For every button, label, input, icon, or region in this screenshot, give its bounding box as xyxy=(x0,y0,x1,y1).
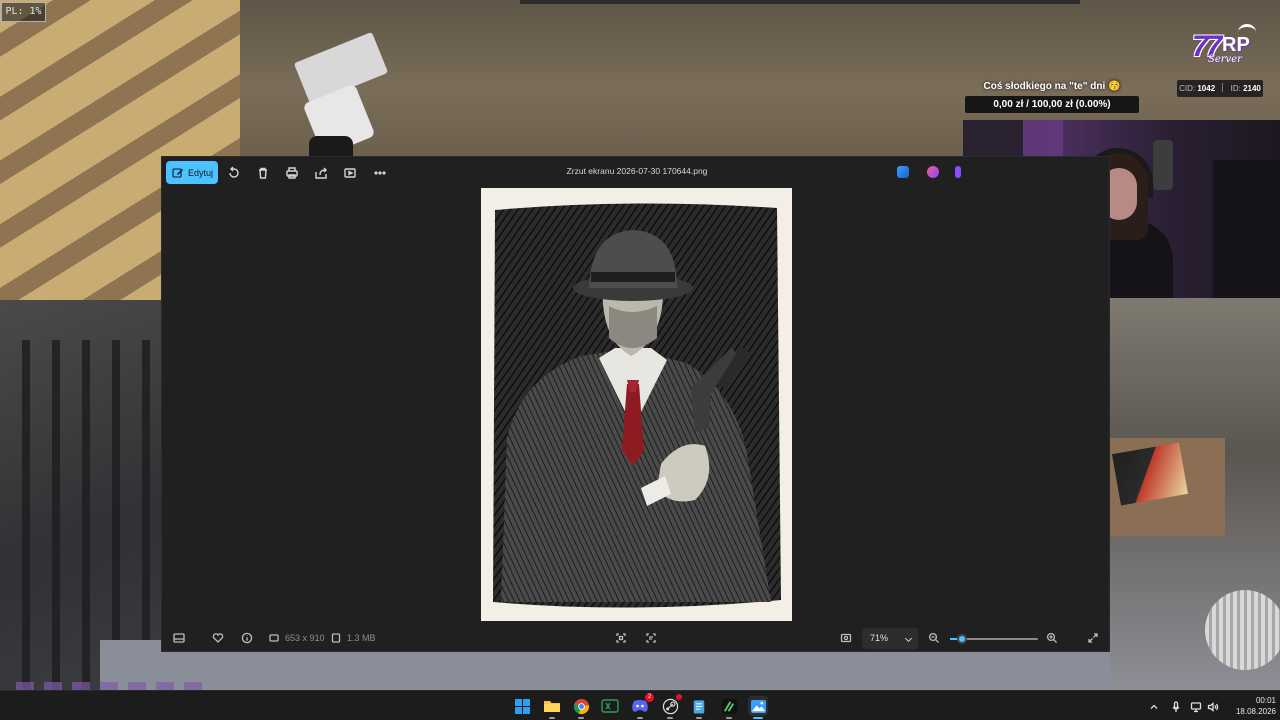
info-icon xyxy=(241,632,253,644)
fit-to-window-button[interactable] xyxy=(839,631,853,645)
palm-icon xyxy=(1238,24,1256,40)
microphone xyxy=(1153,140,1173,190)
slideshow-icon xyxy=(344,167,356,178)
photos-icon xyxy=(750,699,766,713)
tray-overflow-button[interactable] xyxy=(1148,700,1160,712)
discord-button[interactable]: 2 xyxy=(630,693,654,719)
donation-goal-amount: 0,00 zł / 100,00 zł (0.00%) xyxy=(993,99,1111,110)
edit-label: Edytuj xyxy=(188,167,214,178)
id-value: 2140 xyxy=(1243,84,1261,93)
visual-search-button[interactable] xyxy=(644,631,658,645)
filmstrip-button[interactable] xyxy=(172,631,186,645)
file-size: 1.3 MB xyxy=(347,633,376,643)
expand-icon xyxy=(1088,633,1098,643)
taskbar: 2 00:01 18.08.2026 xyxy=(0,690,1280,720)
fullscreen-button[interactable] xyxy=(1086,631,1100,645)
photos-toolbar: Edytuj Zrzut ekranu 2026-07-30 170644.pn… xyxy=(162,157,1109,189)
fit-icon xyxy=(840,633,852,643)
copilot-app-icon[interactable] xyxy=(927,166,939,178)
heart-icon xyxy=(212,633,224,643)
favorite-button[interactable] xyxy=(211,631,225,645)
zoom-slider-thumb[interactable] xyxy=(957,634,968,644)
chevron-down-icon xyxy=(904,634,913,643)
microphone-tray-button[interactable] xyxy=(1170,700,1182,712)
file-explorer-button[interactable] xyxy=(542,696,562,719)
more-button[interactable] xyxy=(368,161,392,184)
logo-subtitle: Server xyxy=(1208,54,1242,65)
excel-button[interactable] xyxy=(600,696,620,716)
edit-button[interactable]: Edytuj xyxy=(166,161,218,184)
crop-button[interactable] xyxy=(614,631,628,645)
cid-label: CID: xyxy=(1179,84,1196,93)
zoom-out-icon xyxy=(928,632,940,644)
zoom-level-select[interactable]: 71% xyxy=(862,628,918,649)
file-title: Zrzut ekranu 2026-07-30 170644.png xyxy=(566,166,708,176)
zoom-out-button[interactable] xyxy=(927,631,941,645)
print-icon xyxy=(286,166,298,179)
chrome-icon xyxy=(573,698,589,714)
photos-button[interactable] xyxy=(748,696,768,719)
chrome-button[interactable] xyxy=(571,696,591,719)
file-size-icon xyxy=(329,631,343,645)
zoom-in-icon xyxy=(1046,632,1058,644)
id-label: ID: xyxy=(1230,84,1241,93)
start-icon xyxy=(514,698,530,714)
edit-icon xyxy=(172,167,183,178)
fan xyxy=(1205,590,1280,670)
delete-icon xyxy=(259,167,267,179)
zoom-value: 71% xyxy=(870,633,889,643)
share-button[interactable] xyxy=(309,161,333,184)
share-icon xyxy=(315,167,327,179)
photos-app-window: Edytuj Zrzut ekranu 2026-07-30 170644.pn… xyxy=(161,156,1110,652)
slideshow-button[interactable] xyxy=(338,161,362,184)
zoom-in-button[interactable] xyxy=(1045,631,1059,645)
steam-icon xyxy=(662,698,678,714)
discord-badge: 2 xyxy=(645,693,654,702)
security-camera xyxy=(293,31,389,176)
cid-value: 1042 xyxy=(1197,84,1216,93)
photos-status-bar: 653 x 910 1.3 MB 71% xyxy=(162,625,1109,651)
notepad-icon xyxy=(693,699,705,713)
rotate-icon xyxy=(229,166,239,178)
visual-search-icon xyxy=(646,633,656,643)
delete-button[interactable] xyxy=(251,161,275,184)
more-icon xyxy=(374,170,386,175)
start-button[interactable] xyxy=(512,696,532,716)
noir-detective-drawing xyxy=(493,203,781,608)
rotate-button[interactable] xyxy=(222,161,246,184)
filmstrip-icon xyxy=(173,633,185,643)
system-clock[interactable]: 00:01 18.08.2026 xyxy=(1228,695,1276,717)
dimensions-icon xyxy=(267,631,281,645)
image-dimensions: 653 x 910 xyxy=(285,633,325,643)
donation-goal-title: Coś słodkiego na "te" dni 😚 xyxy=(983,81,1121,92)
designer-app-icon[interactable] xyxy=(897,166,909,178)
character-id-box: CID: 1042 ID: 2140 xyxy=(1177,80,1263,97)
network-tray-button[interactable] xyxy=(1190,700,1202,713)
microphone-icon xyxy=(1172,701,1180,712)
print-button[interactable] xyxy=(280,161,304,184)
clipchamp-app-icon[interactable] xyxy=(955,166,961,178)
steam-notification-dot xyxy=(676,694,682,700)
chevron-up-icon xyxy=(1150,704,1158,709)
donation-goal-bar: 0,00 zł / 100,00 zł (0.00%) xyxy=(965,96,1139,113)
file-explorer-icon xyxy=(544,701,560,712)
info-button[interactable] xyxy=(240,631,254,645)
pl-indicator: PL: 1% xyxy=(1,2,46,22)
railing xyxy=(0,340,150,690)
network-icon xyxy=(1190,702,1202,713)
steam-button[interactable] xyxy=(660,694,682,719)
sketch-image xyxy=(481,188,792,621)
game-icon xyxy=(721,698,737,714)
excel-icon xyxy=(601,699,619,713)
volume-tray-button[interactable] xyxy=(1207,700,1219,712)
crop-icon xyxy=(616,633,626,643)
clock-time: 00:01 xyxy=(1255,696,1276,705)
hotbar-strip xyxy=(16,682,206,690)
clock-date: 18.08.2026 xyxy=(1235,707,1276,716)
notepad-button[interactable] xyxy=(689,696,709,719)
volume-icon xyxy=(1207,702,1219,712)
game-button[interactable] xyxy=(719,696,739,719)
server-logo: 77 RP Server xyxy=(1192,24,1256,70)
